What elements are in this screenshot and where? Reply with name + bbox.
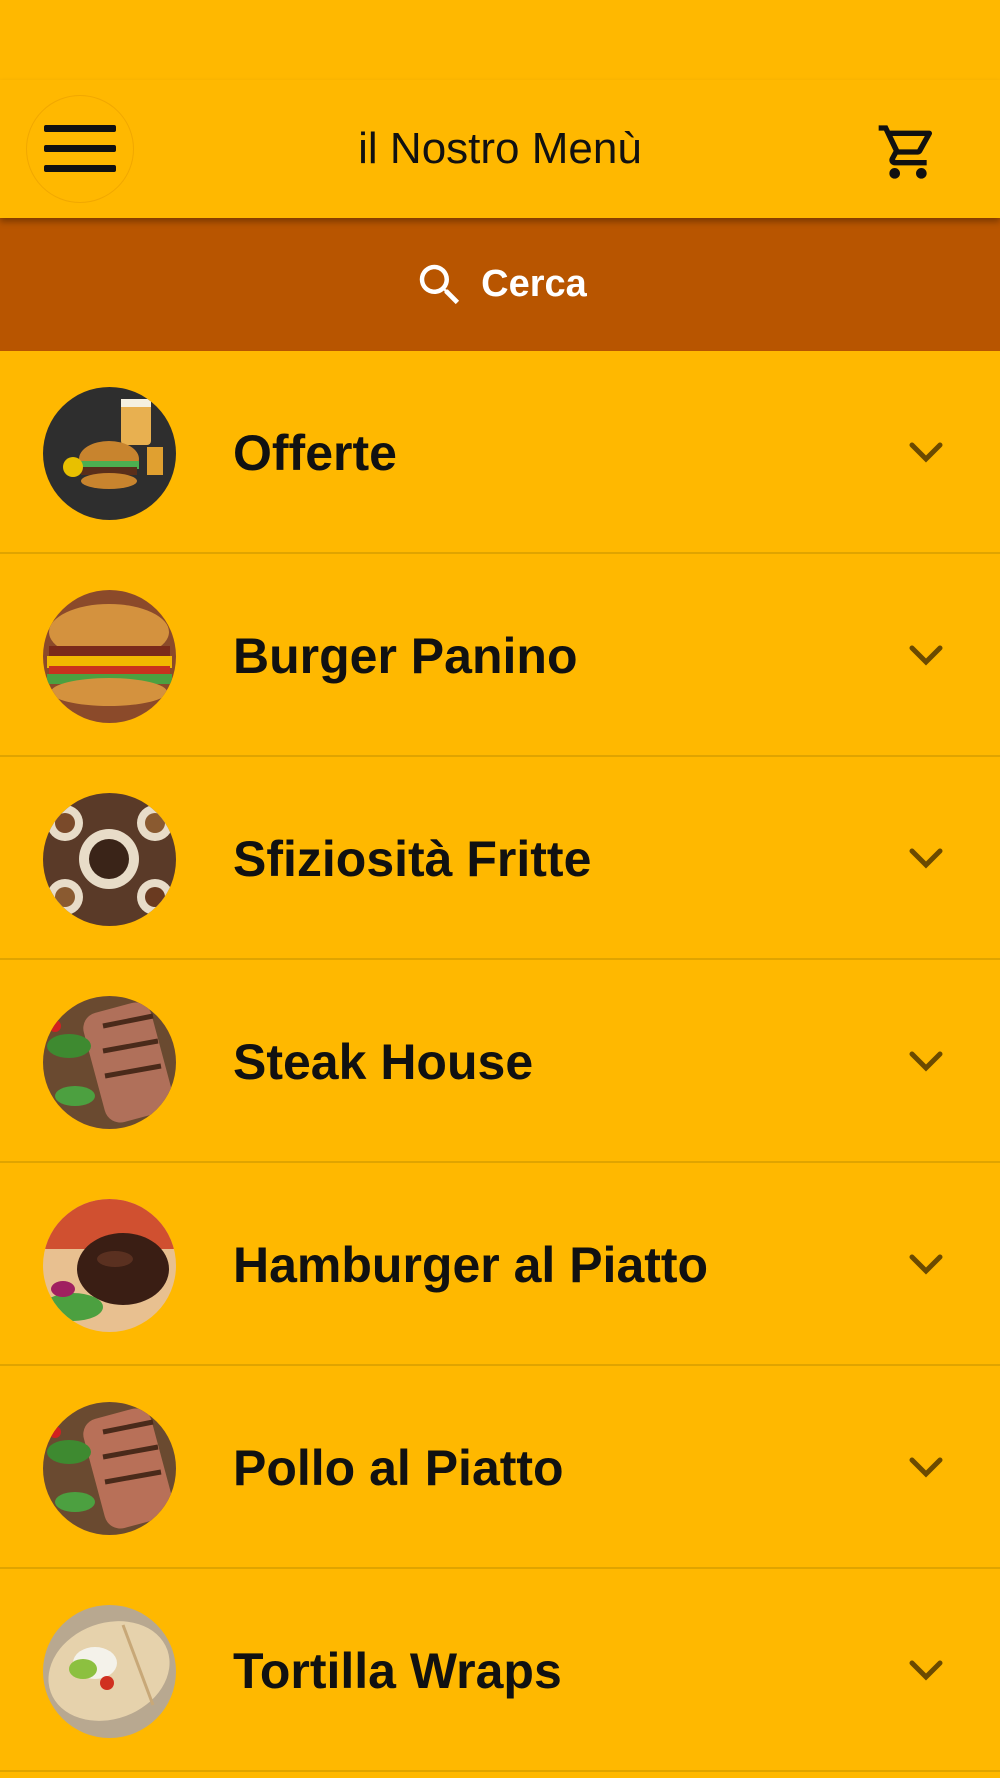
category-list: Offerte Burger Panino Sfiziosità Fritte … bbox=[0, 351, 1000, 1772]
category-thumbnail bbox=[43, 996, 176, 1129]
category-label: Burger Panino bbox=[233, 627, 578, 684]
category-label: Tortilla Wraps bbox=[233, 1642, 562, 1699]
chevron-down-icon[interactable] bbox=[906, 1247, 946, 1283]
chevron-down-icon[interactable] bbox=[906, 435, 946, 471]
category-row-sfiziosita-fritte[interactable]: Sfiziosità Fritte bbox=[0, 757, 1000, 960]
category-row-steak-house[interactable]: Steak House bbox=[0, 960, 1000, 1163]
category-thumbnail bbox=[43, 1199, 176, 1332]
search-label: Cerca bbox=[481, 263, 587, 305]
chevron-down-icon[interactable] bbox=[906, 1044, 946, 1080]
app-screen: il Nostro Menù Cerca Offerte Burger Pani… bbox=[0, 0, 1000, 1778]
cart-button[interactable] bbox=[872, 116, 944, 188]
category-row-hamburger-al-piatto[interactable]: Hamburger al Piatto bbox=[0, 1163, 1000, 1366]
chevron-down-icon[interactable] bbox=[906, 1450, 946, 1486]
category-label: Hamburger al Piatto bbox=[233, 1236, 709, 1293]
category-label: Sfiziosità Fritte bbox=[233, 830, 592, 887]
category-row-tortilla-wraps[interactable]: Tortilla Wraps bbox=[0, 1569, 1000, 1772]
category-thumbnail bbox=[43, 1605, 176, 1738]
chevron-down-icon[interactable] bbox=[906, 841, 946, 877]
category-label: Steak House bbox=[233, 1033, 534, 1090]
category-thumbnail bbox=[43, 590, 176, 723]
category-thumbnail bbox=[43, 387, 176, 520]
category-label: Offerte bbox=[233, 424, 397, 481]
status-bar-area bbox=[0, 0, 1000, 80]
page-title: il Nostro Menù bbox=[358, 124, 642, 173]
search-bar[interactable]: Cerca bbox=[0, 218, 1000, 351]
chevron-down-icon[interactable] bbox=[906, 1653, 946, 1689]
search-icon bbox=[419, 264, 460, 304]
category-thumbnail bbox=[43, 1402, 176, 1535]
category-thumbnail bbox=[43, 793, 176, 926]
shopping-cart-icon bbox=[878, 125, 933, 179]
hamburger-menu-icon bbox=[44, 123, 116, 175]
category-row-offerte[interactable]: Offerte bbox=[0, 351, 1000, 554]
category-row-pollo-al-piatto[interactable]: Pollo al Piatto bbox=[0, 1366, 1000, 1569]
chevron-down-icon[interactable] bbox=[906, 638, 946, 674]
menu-button[interactable] bbox=[26, 95, 134, 203]
category-row-burger-panino[interactable]: Burger Panino bbox=[0, 554, 1000, 757]
top-app-bar: il Nostro Menù bbox=[0, 80, 1000, 218]
category-label: Pollo al Piatto bbox=[233, 1439, 564, 1496]
